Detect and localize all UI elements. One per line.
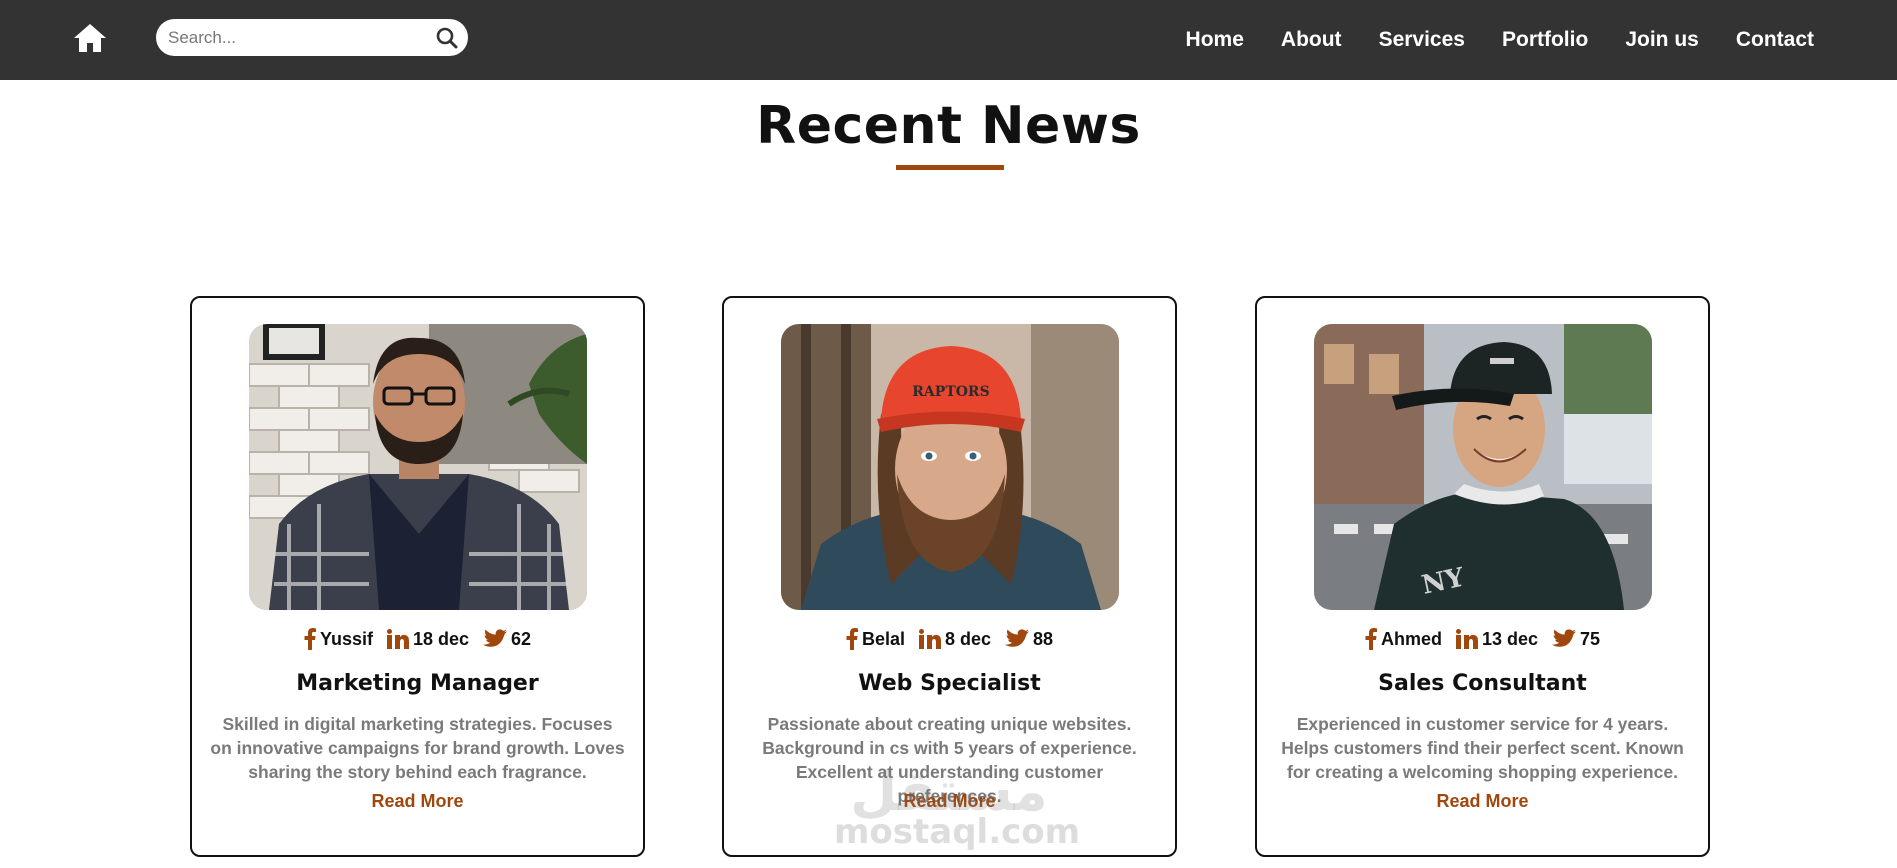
card-description: Experienced in customer service for 4 ye…: [1281, 714, 1684, 782]
twitter-icon[interactable]: [483, 629, 508, 649]
card-title: Web Specialist: [858, 671, 1041, 696]
twitter-icon[interactable]: [1005, 629, 1030, 649]
post-meta: Ahmed 13 dec 75: [1257, 628, 1708, 650]
nav-home[interactable]: Home: [1186, 28, 1244, 52]
card-title: Sales Consultant: [1378, 671, 1587, 696]
profile-photo: NY: [1314, 324, 1652, 610]
post-date: 8 dec: [944, 628, 992, 649]
linkedin-icon[interactable]: [918, 629, 941, 649]
nav-services[interactable]: Services: [1379, 28, 1465, 52]
nav-about[interactable]: About: [1281, 28, 1342, 52]
author-name: Yussif: [319, 628, 373, 649]
main-nav: Home About Services Portfolio Join us Co…: [1149, 0, 1814, 80]
author-name: Ahmed: [1380, 628, 1442, 649]
search-icon[interactable]: [436, 27, 458, 49]
post-meta: Belal 8 dec 88: [724, 628, 1175, 650]
section-title: Recent News: [756, 96, 1141, 156]
nav-contact[interactable]: Contact: [1736, 28, 1814, 52]
read-more-link[interactable]: Read More: [192, 791, 643, 812]
nav-join-us[interactable]: Join us: [1625, 28, 1699, 52]
post-date: 18 dec: [412, 628, 470, 649]
linkedin-icon[interactable]: [1455, 629, 1478, 649]
read-more-link[interactable]: Read More: [1257, 791, 1708, 812]
top-navbar: Home About Services Portfolio Join us Co…: [0, 0, 1897, 80]
post-date: 13 dec: [1481, 628, 1539, 649]
nav-portfolio[interactable]: Portfolio: [1502, 28, 1588, 52]
svg-text:RAPTORS: RAPTORS: [912, 384, 989, 400]
home-icon[interactable]: [72, 22, 108, 54]
facebook-icon[interactable]: [846, 628, 858, 650]
card-description: Skilled in digital marketing strategies.…: [210, 714, 625, 782]
title-underline: [896, 165, 1004, 170]
twitter-icon[interactable]: [1552, 629, 1577, 649]
post-meta: Yussif 18 dec 62: [192, 628, 643, 650]
news-card: Yussif 18 dec 62 Marketing Manager Skill…: [190, 296, 645, 857]
tweet-count: 88: [1033, 628, 1054, 649]
facebook-icon[interactable]: [304, 628, 316, 650]
card-title: Marketing Manager: [296, 671, 539, 696]
tweet-count: 75: [1580, 628, 1601, 649]
linkedin-icon[interactable]: [386, 629, 409, 649]
watermark-text: mostaql.com: [834, 812, 1081, 852]
profile-photo: RAPTORS: [781, 324, 1119, 610]
tweet-count: 62: [511, 628, 532, 649]
search-box: [156, 19, 468, 56]
author-name: Belal: [861, 628, 905, 649]
facebook-icon[interactable]: [1365, 628, 1377, 650]
search-input[interactable]: [168, 19, 428, 56]
news-card: NY Ahmed 13 dec 75 Sales Consultant Expe…: [1255, 296, 1710, 857]
profile-photo: [249, 324, 587, 610]
